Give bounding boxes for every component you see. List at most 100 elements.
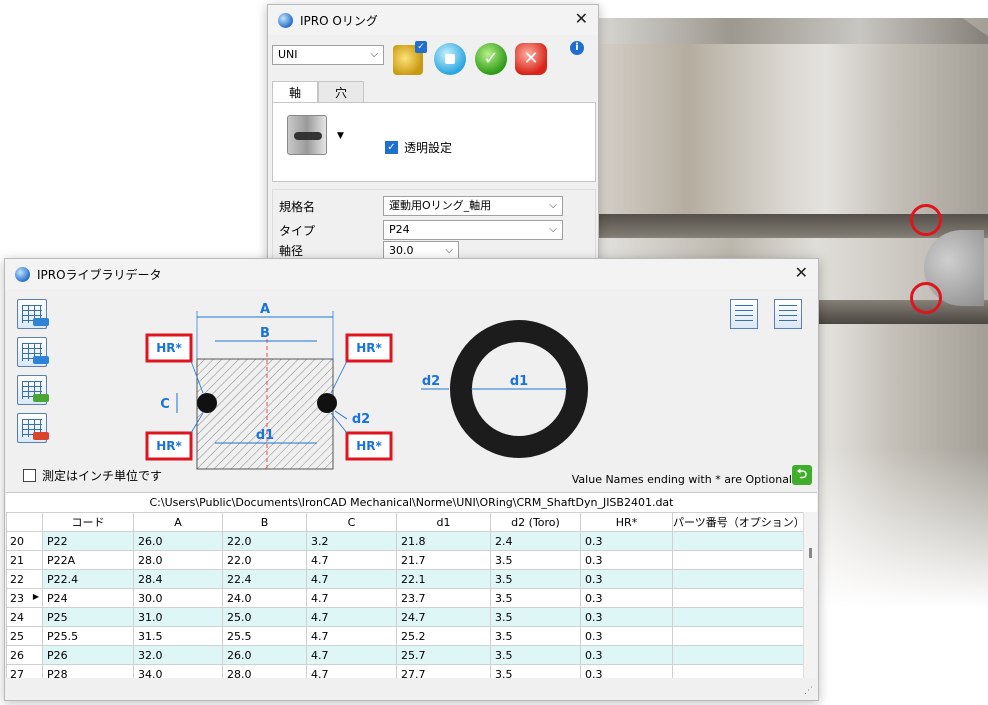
row-number[interactable]: 25 bbox=[6, 626, 43, 646]
cell-d1[interactable]: 21.7 bbox=[396, 550, 491, 570]
library-dialog-titlebar[interactable]: IPROライブラリデータ ✕ bbox=[5, 259, 818, 289]
cell-code[interactable]: P25 bbox=[42, 607, 134, 627]
oring-dialog-titlebar[interactable]: IPRO Oリング ✕ bbox=[268, 5, 598, 35]
save-as-icon[interactable] bbox=[774, 299, 802, 329]
cell-a[interactable]: 28.4 bbox=[133, 569, 223, 589]
cell-b[interactable]: 22.0 bbox=[222, 531, 307, 551]
add-row-icon[interactable] bbox=[17, 375, 49, 405]
inch-setting[interactable]: 測定はインチ単位です bbox=[23, 467, 162, 484]
cell-a[interactable]: 26.0 bbox=[133, 531, 223, 551]
table-row[interactable]: 21 P22A 28.0 22.0 4.7 21.7 3.5 0.3 bbox=[6, 550, 804, 570]
column-header-hr[interactable]: HR* bbox=[580, 512, 673, 532]
row-number[interactable]: 22 bbox=[6, 569, 43, 589]
column-header-d1[interactable]: d1 bbox=[396, 512, 491, 532]
cell-d2[interactable]: 3.5 bbox=[490, 626, 581, 646]
cell-b[interactable]: 22.4 bbox=[222, 569, 307, 589]
cell-code[interactable]: P26 bbox=[42, 645, 134, 665]
move-row-down-icon[interactable] bbox=[17, 299, 49, 329]
cell-code[interactable]: P24 bbox=[42, 588, 134, 608]
close-icon[interactable]: ✕ bbox=[795, 265, 808, 281]
delete-row-icon[interactable] bbox=[17, 413, 49, 443]
standard-name-select[interactable]: 運動用Oリング_軸用 ⌵ bbox=[383, 196, 563, 216]
cell-c[interactable]: 4.7 bbox=[306, 569, 397, 589]
table-row[interactable]: 24 P25 31.0 25.0 4.7 24.7 3.5 0.3 bbox=[6, 607, 804, 627]
cell-c[interactable]: 4.7 bbox=[306, 550, 397, 570]
transparent-checkbox[interactable]: ✓ bbox=[385, 141, 398, 154]
tab-shaft[interactable]: 軸 bbox=[272, 81, 319, 103]
cell-d2[interactable]: 3.5 bbox=[490, 588, 581, 608]
cell-part-number[interactable] bbox=[672, 569, 804, 589]
cell-d2[interactable]: 3.5 bbox=[490, 569, 581, 589]
cell-hr[interactable]: 0.3 bbox=[580, 645, 673, 665]
table-row[interactable]: 26 P26 32.0 26.0 4.7 25.7 3.5 0.3 bbox=[6, 645, 804, 665]
cell-d2[interactable]: 3.5 bbox=[490, 645, 581, 665]
table-row[interactable]: 22 P22.4 28.4 22.4 4.7 22.1 3.5 0.3 bbox=[6, 569, 804, 589]
cell-d2[interactable]: 3.5 bbox=[490, 607, 581, 627]
cell-code[interactable]: P22 bbox=[42, 531, 134, 551]
cell-hr[interactable]: 0.3 bbox=[580, 569, 673, 589]
column-header-b[interactable]: B bbox=[222, 512, 307, 532]
cell-d1[interactable]: 22.1 bbox=[396, 569, 491, 589]
column-header-a[interactable]: A bbox=[133, 512, 223, 532]
row-number[interactable]: 23 ▶ bbox=[6, 588, 43, 608]
cell-part-number[interactable] bbox=[672, 645, 804, 665]
cell-hr[interactable]: 0.3 bbox=[580, 607, 673, 627]
info-icon[interactable]: i bbox=[570, 41, 584, 55]
cell-c[interactable]: 4.7 bbox=[306, 607, 397, 627]
cell-code[interactable]: P22.4 bbox=[42, 569, 134, 589]
shaft-type-icon[interactable] bbox=[287, 115, 327, 155]
cell-b[interactable]: 25.0 bbox=[222, 607, 307, 627]
cell-part-number[interactable] bbox=[672, 588, 804, 608]
cell-a[interactable]: 31.0 bbox=[133, 607, 223, 627]
type-select[interactable]: P24 ⌵ bbox=[383, 220, 563, 240]
standard-select[interactable]: UNI ⌵ bbox=[272, 45, 384, 65]
cell-a[interactable]: 31.5 bbox=[133, 626, 223, 646]
cell-d1[interactable]: 25.7 bbox=[396, 645, 491, 665]
cell-b[interactable]: 24.0 bbox=[222, 588, 307, 608]
cell-d2[interactable]: 2.4 bbox=[490, 531, 581, 551]
column-header-c[interactable]: C bbox=[306, 512, 397, 532]
table-row[interactable]: 20 P22 26.0 22.0 3.2 21.8 2.4 0.3 bbox=[6, 531, 804, 551]
dropdown-arrow-icon[interactable]: ▼ bbox=[337, 131, 344, 141]
cell-c[interactable]: 4.7 bbox=[306, 645, 397, 665]
cell-d1[interactable]: 23.7 bbox=[396, 588, 491, 608]
cell-a[interactable]: 30.0 bbox=[133, 588, 223, 608]
cell-b[interactable]: 25.5 bbox=[222, 626, 307, 646]
cell-d1[interactable]: 25.2 bbox=[396, 626, 491, 646]
cell-a[interactable]: 28.0 bbox=[133, 550, 223, 570]
cube-settings-button[interactable]: ✓ bbox=[393, 41, 427, 75]
cell-b[interactable]: 26.0 bbox=[222, 645, 307, 665]
cell-b[interactable]: 22.0 bbox=[222, 550, 307, 570]
cell-part-number[interactable] bbox=[672, 607, 804, 627]
save-table-icon[interactable] bbox=[730, 299, 758, 329]
cell-part-number[interactable] bbox=[672, 626, 804, 646]
cell-d1[interactable]: 24.7 bbox=[396, 607, 491, 627]
cell-c[interactable]: 3.2 bbox=[306, 531, 397, 551]
cell-code[interactable]: P22A bbox=[42, 550, 134, 570]
inch-checkbox[interactable] bbox=[23, 469, 36, 482]
transparent-setting[interactable]: ✓ 透明設定 bbox=[385, 139, 452, 156]
close-icon[interactable]: ✕ bbox=[575, 11, 588, 27]
cell-code[interactable]: P25.5 bbox=[42, 626, 134, 646]
cell-hr[interactable]: 0.3 bbox=[580, 588, 673, 608]
column-header-part-number[interactable]: パーツ番号（オプション） bbox=[672, 512, 805, 532]
row-number[interactable]: 26 bbox=[6, 645, 43, 665]
cell-d1[interactable]: 21.8 bbox=[396, 531, 491, 551]
table-row[interactable]: 25 P25.5 31.5 25.5 4.7 25.2 3.5 0.3 bbox=[6, 626, 804, 646]
table-row[interactable]: 23 ▶ P24 30.0 24.0 4.7 23.7 3.5 0.3 bbox=[6, 588, 804, 608]
column-header-d2[interactable]: d2 (Toro) bbox=[490, 512, 581, 532]
cancel-button[interactable]: ✕ bbox=[515, 43, 547, 75]
stop-button[interactable] bbox=[434, 43, 466, 75]
cell-part-number[interactable] bbox=[672, 550, 804, 570]
return-icon[interactable]: ⮌ bbox=[792, 465, 812, 485]
cell-a[interactable]: 32.0 bbox=[133, 645, 223, 665]
move-row-up-icon[interactable] bbox=[17, 337, 49, 367]
row-number[interactable]: 21 bbox=[6, 550, 43, 570]
row-number[interactable]: 20 bbox=[6, 531, 43, 551]
cell-part-number[interactable] bbox=[672, 531, 804, 551]
cell-hr[interactable]: 0.3 bbox=[580, 550, 673, 570]
column-header-code[interactable]: コード bbox=[42, 512, 134, 532]
ok-button[interactable]: ✓ bbox=[475, 43, 507, 75]
cell-hr[interactable]: 0.3 bbox=[580, 626, 673, 646]
cell-c[interactable]: 4.7 bbox=[306, 588, 397, 608]
